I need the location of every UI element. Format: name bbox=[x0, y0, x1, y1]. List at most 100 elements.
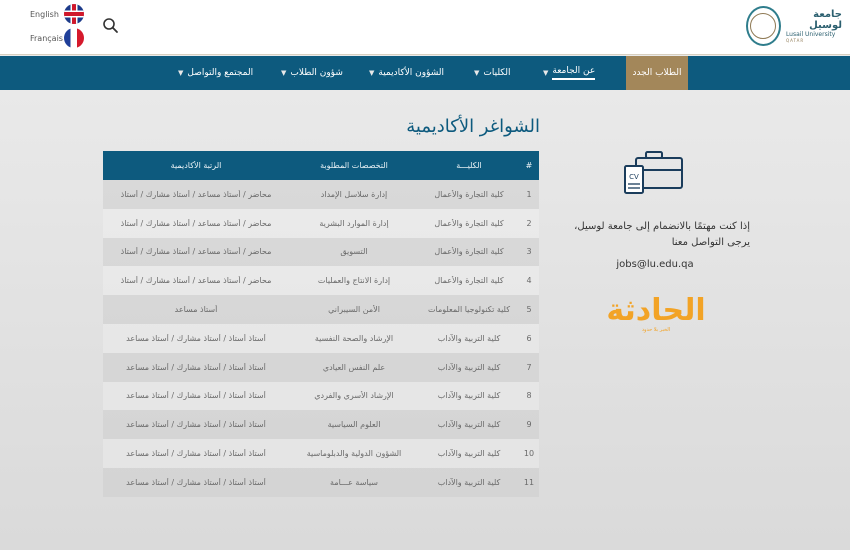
table-row: 5 كلية تكنولوجيا المعلومات الأمن السيبرا… bbox=[103, 295, 539, 324]
nav-item-label: المجتمع والتواصل bbox=[187, 68, 254, 78]
language-label: Français bbox=[30, 33, 63, 43]
table-row: 7 كلية التربية والآداب علم النفس العيادي… bbox=[103, 352, 539, 382]
svg-text:CV: CV bbox=[629, 173, 639, 181]
row-number: 3 bbox=[526, 247, 532, 257]
table-body: 1 كلية التجارة والأعمال إدارة سلاسل الإم… bbox=[103, 180, 539, 497]
row-rank: أستاذ مساعد bbox=[174, 305, 218, 315]
row-number: 10 bbox=[523, 449, 535, 459]
row-number: 9 bbox=[526, 420, 532, 430]
row-college: كلية التربية والآداب bbox=[437, 391, 501, 401]
row-number: 8 bbox=[526, 391, 532, 401]
table-row: 9 كلية التربية والآداب العلوم السياسية أ… bbox=[103, 410, 539, 440]
chevron-down-icon: ▼ bbox=[178, 69, 184, 77]
row-college: كلية تكنولوجيا المعلومات bbox=[428, 305, 510, 315]
row-college: كلية التربية والآداب bbox=[437, 420, 501, 430]
row-rank: محاضر / أستاذ مساعد / أستاذ مشارك / أستا… bbox=[120, 189, 272, 199]
table-row: 6 كلية التربية والآداب الإرشاد والصحة ال… bbox=[103, 323, 539, 353]
nav-item-colleges[interactable]: الكليات ▼ bbox=[474, 56, 511, 90]
top-header: English Français جامعة لوسيل Lusail Univ… bbox=[0, 0, 850, 55]
language-french[interactable]: Français bbox=[30, 28, 84, 48]
cv-briefcase-icon: CV bbox=[624, 151, 683, 194]
row-college: كلية التربية والآداب bbox=[437, 362, 501, 372]
logo-english-name: Lusail University bbox=[785, 31, 836, 38]
nav-item-label: الشؤون الأكاديمية bbox=[378, 68, 445, 78]
france-flag-icon[interactable] bbox=[64, 28, 84, 48]
row-specialization: إدارة الموارد البشرية bbox=[319, 218, 389, 228]
row-specialization: الإرشاد والصحة النفسية bbox=[314, 333, 394, 343]
header-number: # bbox=[525, 161, 533, 170]
watermark-logo-tagline: الخبر بلا حدود bbox=[641, 327, 671, 333]
row-number: 2 bbox=[526, 218, 532, 228]
row-rank: محاضر / أستاذ مساعد / أستاذ مشارك / أستا… bbox=[120, 247, 272, 257]
row-number: 4 bbox=[526, 276, 532, 286]
row-number: 11 bbox=[523, 477, 535, 487]
row-rank: أستاذ أستاذ / أستاذ مشارك / أستاذ مساعد bbox=[126, 333, 266, 343]
nav-item-label: شؤون الطلاب bbox=[290, 68, 343, 78]
row-college: كلية التجارة والأعمال bbox=[434, 276, 504, 286]
contact-email-link[interactable]: jobs@lu.edu.qa bbox=[600, 259, 710, 270]
row-specialization: سياسة عـــامة bbox=[330, 477, 378, 487]
row-rank: أستاذ أستاذ / أستاذ مشارك / أستاذ مساعد bbox=[126, 420, 266, 430]
table-row: 8 كلية التربية والآداب الإرشاد الأسري وا… bbox=[103, 381, 539, 411]
language-label: English bbox=[30, 9, 59, 19]
row-college: كلية التجارة والأعمال bbox=[434, 218, 504, 228]
row-number: 6 bbox=[526, 333, 532, 343]
watermark-logo-text: الحادثة bbox=[606, 293, 706, 328]
logo-seal-icon bbox=[746, 6, 781, 46]
row-rank: أستاذ أستاذ / أستاذ مشارك / أستاذ مساعد bbox=[126, 391, 266, 401]
row-college: كلية التربية والآداب bbox=[437, 333, 501, 343]
language-english[interactable]: English bbox=[30, 4, 84, 24]
row-rank: محاضر / أستاذ مساعد / أستاذ مشارك / أستا… bbox=[120, 218, 272, 228]
search-icon[interactable] bbox=[101, 16, 121, 36]
chevron-down-icon: ▼ bbox=[474, 69, 480, 77]
table-row: 1 كلية التجارة والأعمال إدارة سلاسل الإم… bbox=[103, 180, 539, 209]
nav-item-community[interactable]: المجتمع والتواصل ▼ bbox=[178, 56, 253, 90]
nav-item-student-affairs[interactable]: شؤون الطلاب ▼ bbox=[281, 56, 343, 90]
row-specialization: علم النفس العيادي bbox=[322, 362, 386, 372]
row-college: كلية التجارة والأعمال bbox=[434, 247, 504, 257]
row-specialization: الأمن السيبراني bbox=[328, 305, 380, 315]
main-navigation: عن الجامعة ▼ الكليات ▼ الشؤون الأكاديمية… bbox=[0, 56, 850, 90]
header-specialization: التخصصات المطلوبة bbox=[320, 161, 388, 170]
logo-country: QATAR bbox=[785, 38, 805, 43]
uk-flag-icon[interactable] bbox=[64, 4, 84, 24]
row-specialization: إدارة الانتاج والعمليات bbox=[317, 276, 391, 286]
row-specialization: العلوم السياسية bbox=[327, 420, 381, 430]
row-college: كلية التربية والآداب bbox=[437, 477, 501, 487]
row-specialization: الإرشاد الأسري والفردي bbox=[314, 391, 394, 401]
table-row: 2 كلية التجارة والأعمال إدارة الموارد ال… bbox=[103, 208, 539, 238]
row-rank: أستاذ أستاذ / أستاذ مشارك / أستاذ مساعد bbox=[126, 449, 266, 459]
row-number: 7 bbox=[526, 362, 532, 372]
row-specialization: إدارة سلاسل الإمداد bbox=[320, 189, 388, 199]
table-header: # الكليـــة التخصصات المطلوبة الرتبة الأ… bbox=[103, 151, 539, 180]
row-rank: أستاذ أستاذ / أستاذ مشارك / أستاذ مساعد bbox=[126, 477, 266, 487]
page-title: الشواغر الأكاديمية bbox=[406, 116, 540, 137]
nav-item-about[interactable]: عن الجامعة ▼ bbox=[543, 56, 596, 90]
table-row: 11 كلية التربية والآداب سياسة عـــامة أس… bbox=[103, 467, 539, 497]
row-specialization: الشؤون الدولية والدبلوماسية bbox=[306, 449, 402, 459]
chevron-down-icon: ▼ bbox=[281, 69, 287, 77]
chevron-down-icon: ▼ bbox=[543, 69, 549, 77]
vacancies-table: # الكليـــة التخصصات المطلوبة الرتبة الأ… bbox=[103, 151, 539, 497]
row-number: 1 bbox=[526, 189, 532, 199]
row-number: 5 bbox=[526, 305, 532, 315]
logo-arabic-name: جامعة لوسيل bbox=[809, 9, 842, 31]
watermark-logo: الحادثة الخبر بلا حدود bbox=[604, 296, 708, 338]
row-rank: أستاذ أستاذ / أستاذ مشارك / أستاذ مساعد bbox=[126, 362, 266, 372]
table-row: 10 كلية التربية والآداب الشؤون الدولية و… bbox=[103, 439, 539, 468]
table-row: 4 كلية التجارة والأعمال إدارة الانتاج وا… bbox=[103, 266, 539, 296]
new-students-button[interactable]: الطلاب الجدد bbox=[626, 56, 688, 90]
chevron-down-icon: ▼ bbox=[369, 69, 375, 77]
row-specialization: التسويق bbox=[340, 247, 368, 257]
row-college: كلية التربية والآداب bbox=[437, 449, 501, 459]
table-row: 3 كلية التجارة والأعمال التسويق محاضر / … bbox=[103, 237, 539, 267]
nav-item-label: الكليات bbox=[483, 68, 511, 78]
header-rank: الرتبة الأكاديمية bbox=[170, 161, 222, 170]
logo-text: جامعة لوسيل Lusail University QATAR bbox=[786, 9, 842, 43]
nav-item-label: عن الجامعة bbox=[552, 66, 596, 80]
nav-item-academic-affairs[interactable]: الشؤون الأكاديمية ▼ bbox=[369, 56, 444, 90]
university-logo[interactable]: جامعة لوسيل Lusail University QATAR bbox=[746, 4, 842, 48]
header-college: الكليـــة bbox=[456, 161, 482, 170]
row-rank: محاضر / أستاذ مساعد / أستاذ مشارك / أستا… bbox=[120, 276, 272, 286]
row-college: كلية التجارة والأعمال bbox=[434, 189, 504, 199]
